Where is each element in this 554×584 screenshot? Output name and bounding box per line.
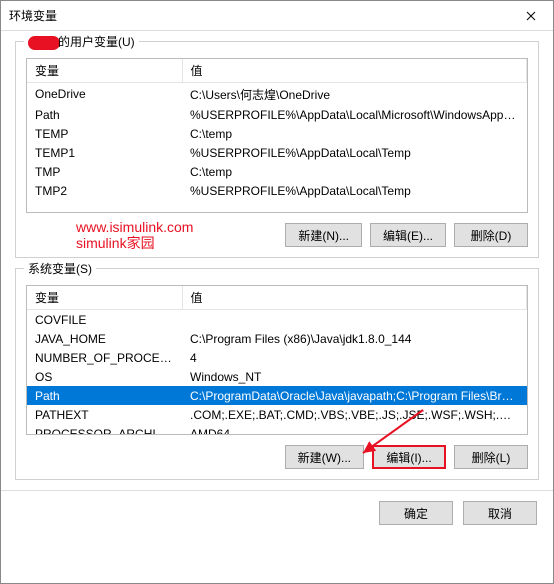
var-name-cell: Path — [27, 386, 182, 405]
close-button[interactable] — [508, 1, 553, 31]
var-value-cell: Windows_NT — [182, 367, 527, 386]
var-value-cell: %USERPROFILE%\AppData\Local\Microsoft\Wi… — [182, 105, 527, 124]
var-value-cell: C:\Program Files (x86)\Java\jdk1.8.0_144 — [182, 329, 527, 348]
user-col-value[interactable]: 值 — [182, 59, 527, 83]
var-name-cell: TMP2 — [27, 181, 182, 200]
redacted-blob — [28, 36, 60, 50]
window-title: 环境变量 — [9, 7, 57, 24]
var-name-cell: COVFILE — [27, 310, 182, 330]
user-delete-button[interactable]: 删除(D) — [454, 223, 528, 247]
user-edit-button[interactable]: 编辑(E)... — [370, 223, 446, 247]
ok-button[interactable]: 确定 — [379, 501, 453, 525]
var-value-cell: AMD64 — [182, 424, 527, 435]
system-variables-group: 系统变量(S) 变量 值 COVFILEJAVA_HOMEC:\Program … — [15, 268, 539, 480]
titlebar: 环境变量 — [1, 1, 553, 31]
table-row[interactable]: PathC:\ProgramData\Oracle\Java\javapath;… — [27, 386, 527, 405]
var-value-cell: .COM;.EXE;.BAT;.CMD;.VBS;.VBE;.JS;.JSE;.… — [182, 405, 527, 424]
var-value-cell: %USERPROFILE%\AppData\Local\Temp — [182, 143, 527, 162]
var-name-cell: TEMP1 — [27, 143, 182, 162]
user-group-label: 的用户变量(U) — [24, 33, 139, 50]
table-row[interactable]: JAVA_HOMEC:\Program Files (x86)\Java\jdk… — [27, 329, 527, 348]
var-value-cell: 4 — [182, 348, 527, 367]
user-col-variable[interactable]: 变量 — [27, 59, 182, 83]
system-group-label: 系统变量(S) — [24, 260, 96, 277]
sys-new-button[interactable]: 新建(W)... — [285, 445, 364, 469]
var-name-cell: NUMBER_OF_PROCESSORS — [27, 348, 182, 367]
table-row[interactable]: PATHEXT.COM;.EXE;.BAT;.CMD;.VBS;.VBE;.JS… — [27, 405, 527, 424]
user-new-button[interactable]: 新建(N)... — [285, 223, 362, 247]
table-row[interactable]: TEMP1%USERPROFILE%\AppData\Local\Temp — [27, 143, 527, 162]
table-row[interactable]: TEMPC:\temp — [27, 124, 527, 143]
table-row[interactable]: TMPC:\temp — [27, 162, 527, 181]
dialog-button-row: 确定 取消 — [1, 490, 553, 535]
var-name-cell: Path — [27, 105, 182, 124]
user-variables-table[interactable]: 变量 值 OneDriveC:\Users\何志煌\OneDrivePath%U… — [26, 58, 528, 213]
var-value-cell: C:\temp — [182, 162, 527, 181]
var-name-cell: JAVA_HOME — [27, 329, 182, 348]
sys-col-value[interactable]: 值 — [182, 286, 527, 310]
sys-col-variable[interactable]: 变量 — [27, 286, 182, 310]
sys-edit-button[interactable]: 编辑(I)... — [372, 445, 446, 469]
var-name-cell: OneDrive — [27, 83, 182, 106]
watermark: www.isimulink.com simulink家园 — [76, 219, 193, 251]
var-value-cell: C:\ProgramData\Oracle\Java\javapath;C:\P… — [182, 386, 527, 405]
var-name-cell: TMP — [27, 162, 182, 181]
table-row[interactable]: Path%USERPROFILE%\AppData\Local\Microsof… — [27, 105, 527, 124]
sys-delete-button[interactable]: 删除(L) — [454, 445, 528, 469]
cancel-button[interactable]: 取消 — [463, 501, 537, 525]
var-value-cell — [182, 310, 527, 330]
table-row[interactable]: PROCESSOR_ARCHITECT...AMD64 — [27, 424, 527, 435]
close-icon — [526, 11, 536, 21]
var-value-cell: C:\Users\何志煌\OneDrive — [182, 83, 527, 106]
var-value-cell: C:\temp — [182, 124, 527, 143]
var-value-cell: %USERPROFILE%\AppData\Local\Temp — [182, 181, 527, 200]
var-name-cell: TEMP — [27, 124, 182, 143]
table-row[interactable]: TMP2%USERPROFILE%\AppData\Local\Temp — [27, 181, 527, 200]
var-name-cell: PATHEXT — [27, 405, 182, 424]
user-variables-group: 的用户变量(U) 变量 值 OneDriveC:\Users\何志煌\OneDr… — [15, 41, 539, 258]
table-row[interactable]: COVFILE — [27, 310, 527, 330]
var-name-cell: OS — [27, 367, 182, 386]
table-row[interactable]: OneDriveC:\Users\何志煌\OneDrive — [27, 83, 527, 106]
table-row[interactable]: NUMBER_OF_PROCESSORS4 — [27, 348, 527, 367]
system-variables-table[interactable]: 变量 值 COVFILEJAVA_HOMEC:\Program Files (x… — [26, 285, 528, 435]
var-name-cell: PROCESSOR_ARCHITECT... — [27, 424, 182, 435]
table-row[interactable]: OSWindows_NT — [27, 367, 527, 386]
